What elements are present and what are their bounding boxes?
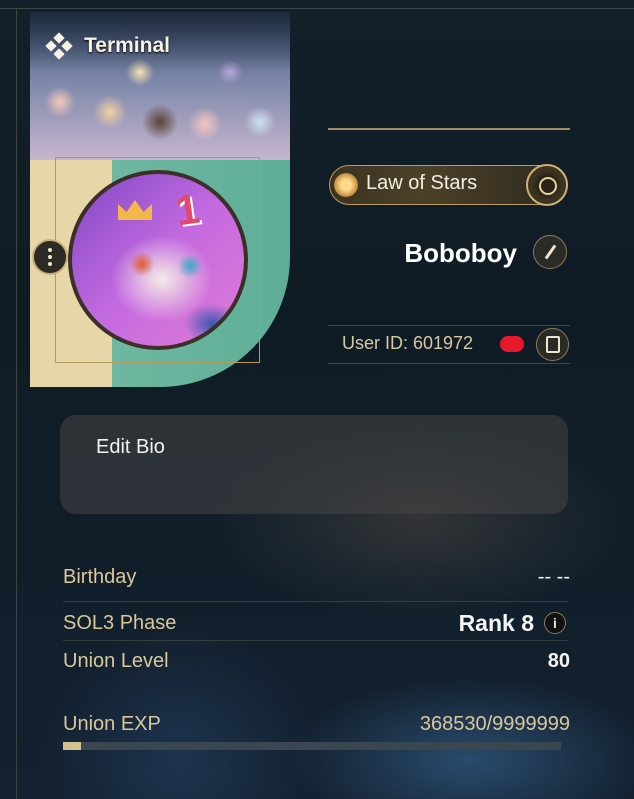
- copy-icon: [545, 336, 560, 353]
- union-level-label: Union Level: [63, 650, 169, 672]
- terminal-title-label: Terminal: [84, 34, 170, 57]
- stats-divider: [63, 601, 568, 602]
- union-exp-label: Union EXP: [63, 713, 161, 735]
- pencil-icon: [544, 244, 556, 260]
- edit-bio-box[interactable]: [60, 415, 568, 514]
- frame-border-top: [0, 8, 634, 9]
- diamond-cluster-icon: [44, 32, 74, 60]
- edit-bio-label: Edit Bio: [96, 436, 165, 458]
- dot: [48, 255, 52, 259]
- frame-border-left: [16, 8, 17, 799]
- copy-user-id-button[interactable]: [536, 328, 569, 361]
- more-options-button[interactable]: [32, 239, 68, 275]
- redaction-mark: [500, 336, 524, 352]
- phase-label: SOL3 Phase: [63, 612, 177, 634]
- orbit-emblem-icon: [526, 164, 568, 206]
- avatar[interactable]: [68, 170, 248, 350]
- user-id-top-divider: [328, 325, 570, 326]
- username: Boboboy: [404, 238, 517, 268]
- user-id-text: User ID: 601972: [342, 333, 474, 353]
- birthday-label: Birthday: [63, 566, 137, 588]
- phase-value: Rank 8: [458, 610, 534, 636]
- header-divider: [328, 128, 570, 130]
- more-vertical-icon: [48, 248, 52, 252]
- dot: [48, 262, 52, 266]
- sun-icon: [334, 173, 358, 197]
- union-level-value: 80: [547, 650, 570, 672]
- birthday-value: -- --: [537, 566, 570, 588]
- edit-username-button[interactable]: [533, 235, 567, 269]
- union-exp-progress-fill: [63, 742, 82, 750]
- title-badge-label: Law of Stars: [366, 172, 478, 194]
- terminal-title: Terminal: [44, 32, 170, 60]
- info-icon[interactable]: i: [544, 612, 566, 634]
- union-exp-progress-bar: [63, 742, 561, 750]
- stats-divider: [63, 640, 568, 641]
- union-exp-value: 368530/9999999: [419, 713, 570, 735]
- user-id-bottom-divider: [328, 363, 570, 364]
